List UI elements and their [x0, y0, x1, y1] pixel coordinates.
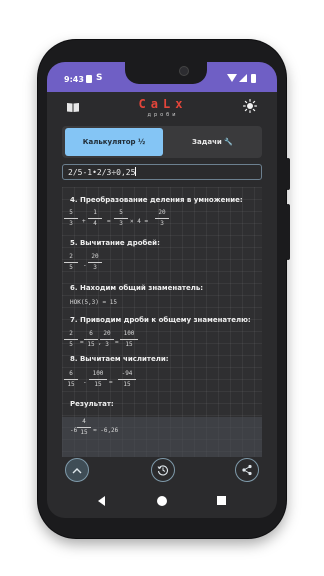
result-title: Результат: — [70, 400, 114, 408]
fraction: 25 — [64, 253, 78, 272]
tab-calculator[interactable]: Калькулятор ½ — [65, 128, 163, 156]
history-icon — [157, 465, 169, 476]
step-5-title: 5. Вычитание дробей: — [70, 239, 160, 247]
operator: - — [83, 262, 87, 269]
app-logo: CaLx дроби — [117, 97, 209, 118]
fraction: 6 15 — [84, 330, 98, 349]
share-button[interactable] — [235, 458, 259, 482]
tab-tasks[interactable]: Задачи 🔧 — [165, 128, 260, 156]
fraction: -94 15 — [118, 370, 136, 389]
app-header: CaLx дроби — [47, 92, 277, 126]
operator: + — [82, 218, 86, 225]
operator: = — [107, 218, 111, 225]
result-fraction: 4 15 — [77, 418, 91, 437]
book-icon[interactable] — [67, 102, 79, 112]
share-icon — [242, 464, 252, 476]
app-subtitle: дроби — [147, 112, 179, 118]
expression-input[interactable]: 2/5-1•2/3÷0,25 — [62, 164, 262, 180]
fraction: 20 3 — [88, 253, 102, 272]
screen: 9:43 S CaLx дроби Калькулятор ½ Задачи 🔧… — [47, 62, 277, 518]
signal-icon — [239, 74, 247, 82]
fraction: 100 15 — [120, 330, 138, 349]
app-title: CaLx — [138, 97, 188, 111]
operator: - — [83, 379, 87, 386]
fraction: 20 3 — [155, 209, 169, 228]
back-icon[interactable] — [98, 496, 105, 506]
solution-panel[interactable]: 4. Преобразование деления в умножение: 5… — [62, 187, 262, 457]
operator: × 4 = — [130, 218, 149, 225]
text-cursor — [135, 167, 137, 176]
operator: = — [109, 379, 113, 386]
step-7-title: 7. Приводим дроби к общему знаменателю: — [70, 316, 251, 324]
result-box — [62, 417, 262, 457]
status-time: 9:43 — [64, 75, 84, 84]
operator: = — [115, 339, 119, 346]
camera-notch — [125, 62, 207, 84]
recents-icon[interactable] — [217, 496, 226, 505]
step-6-title: 6. Находим общий знаменатель: — [70, 284, 204, 292]
sd-card-icon — [86, 75, 92, 83]
home-icon[interactable] — [157, 496, 167, 506]
step-4-title: 4. Преобразование деления в умножение: — [70, 196, 243, 204]
tab-bar: Калькулятор ½ Задачи 🔧 — [62, 126, 262, 158]
volume-button — [286, 204, 290, 260]
wifi-icon — [227, 74, 237, 82]
fraction: 14 — [88, 209, 102, 228]
fraction: 53 — [64, 209, 78, 228]
step-8-title: 8. Вычитаем числители: — [70, 355, 169, 363]
chevron-up-icon — [72, 467, 82, 473]
result-decimal: ≈ -6,26 — [93, 427, 119, 434]
fraction: 53 — [114, 209, 128, 228]
status-bar: 9:43 S — [47, 62, 277, 92]
system-nav-bar — [47, 490, 277, 514]
expression-text: 2/5-1•2/3÷0,25 — [68, 168, 136, 177]
theme-toggle-sun-icon[interactable] — [243, 99, 257, 113]
fraction: 20 3 — [100, 330, 114, 349]
lcm-line: НОК(5,3) = 15 — [70, 299, 117, 306]
history-button[interactable] — [151, 458, 175, 482]
power-button — [286, 158, 290, 190]
fraction: 100 15 — [89, 370, 107, 389]
battery-icon — [251, 74, 256, 83]
camera-icon — [179, 66, 189, 76]
fraction: 6 15 — [64, 370, 78, 389]
fraction: 25 — [64, 330, 78, 349]
sim-icon: S — [96, 73, 103, 83]
scroll-up-button[interactable] — [65, 458, 89, 482]
bottom-bar — [47, 458, 277, 494]
